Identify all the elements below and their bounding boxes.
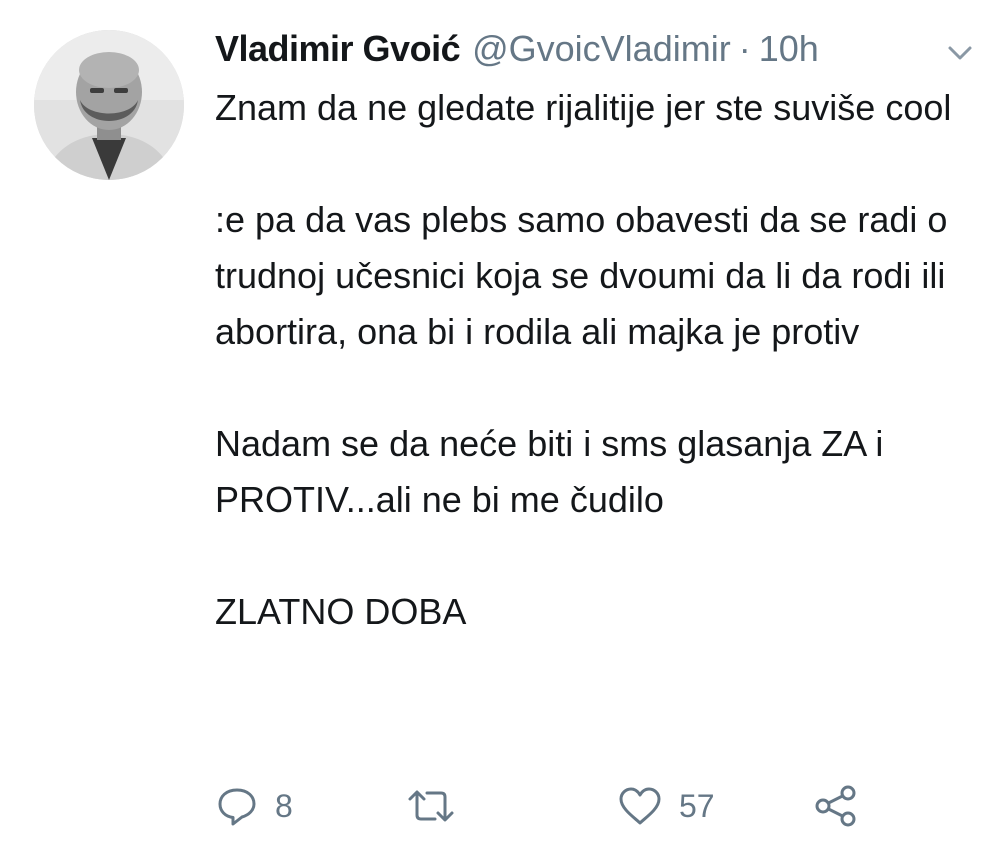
profile-photo-icon bbox=[34, 30, 184, 180]
tweet-timestamp[interactable]: 10h bbox=[759, 28, 819, 70]
avatar[interactable] bbox=[34, 30, 184, 180]
like-button[interactable]: 57 bbox=[617, 778, 715, 834]
tweet-paragraph: :e pa da vas plebs samo obavesti da se r… bbox=[215, 199, 948, 352]
heart-icon bbox=[619, 787, 661, 825]
retweet-button[interactable] bbox=[407, 778, 455, 834]
reply-icon bbox=[218, 788, 256, 826]
share-icon bbox=[815, 785, 856, 827]
author-display-name[interactable]: Vladimir Gvoić bbox=[215, 28, 461, 70]
tweet-actions: 8 57 bbox=[215, 778, 895, 834]
retweet-icon bbox=[408, 790, 454, 822]
tweet-paragraph: Nadam se da neće biti i sms glasanja ZA … bbox=[215, 423, 884, 520]
tweet-paragraph: Znam da ne gledate rijalitije jer ste su… bbox=[215, 87, 952, 128]
tweet-paragraph: ZLATNO DOBA bbox=[215, 591, 467, 632]
tweet-card: Vladimir Gvoić @GvoicVladimir · 10h Znam… bbox=[0, 0, 1000, 857]
tweet-header: Vladimir Gvoić @GvoicVladimir · 10h bbox=[215, 24, 819, 74]
chevron-down-icon[interactable] bbox=[942, 34, 978, 70]
share-button[interactable] bbox=[813, 778, 859, 834]
reply-count: 8 bbox=[275, 787, 293, 824]
like-count: 57 bbox=[679, 787, 715, 824]
reply-button[interactable]: 8 bbox=[215, 778, 293, 834]
separator-dot: · bbox=[738, 28, 751, 69]
tweet-text: Znam da ne gledate rijalitije jer ste su… bbox=[215, 80, 985, 640]
author-handle[interactable]: @GvoicVladimir bbox=[472, 28, 731, 70]
